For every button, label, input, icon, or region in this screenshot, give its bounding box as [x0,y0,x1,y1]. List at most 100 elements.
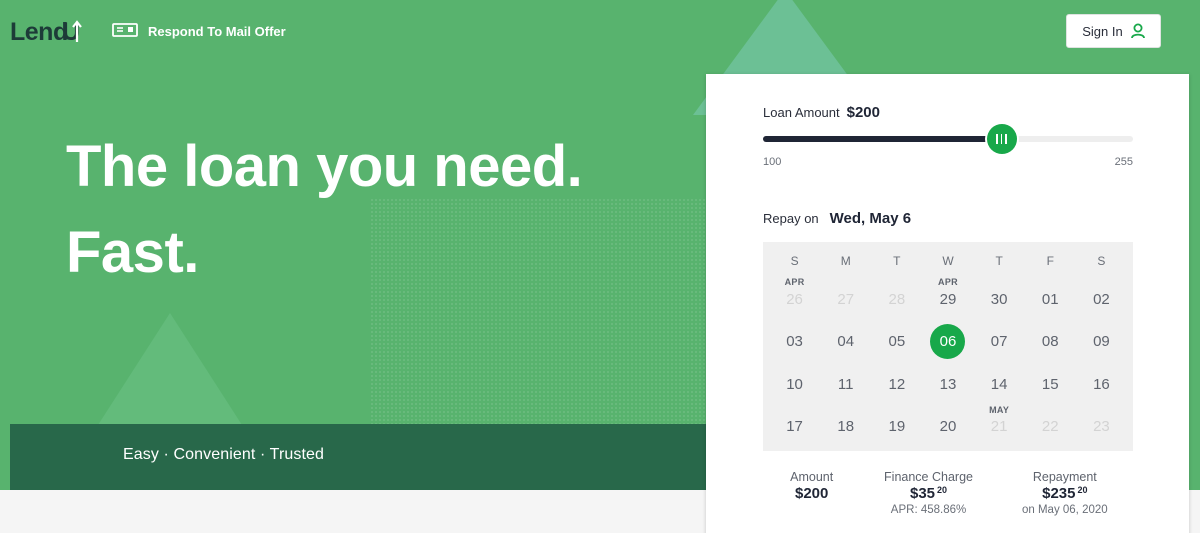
calendar-day-number: 20 [939,418,957,435]
calendar-day-number: 17 [786,418,803,435]
calendar-day-number: 22 [1041,418,1059,435]
calendar-day[interactable]: 10 [769,363,820,405]
weekday-label: W [942,254,954,268]
calendar-week-row: 10 11 12 13 14 15 16 [769,363,1127,405]
calendar-day[interactable]: 08 [1025,321,1076,363]
loan-amount-value: $200 [846,104,880,121]
calendar-day[interactable]: 11 [820,363,871,405]
calendar-day[interactable]: 12 [871,363,922,405]
calendar-day-number: 06 [930,324,966,359]
calendar-day-number: 11 [837,375,854,393]
calendar-day[interactable]: 02 [1076,278,1127,320]
weekday-label: S [1097,254,1106,268]
calendar-day[interactable]: 04 [820,321,871,363]
calendar-day-number: 27 [837,290,855,308]
calendar-day-number: 23 [1093,418,1110,435]
logo-icon: Lend U [10,18,82,46]
calendar-day-number: 07 [990,333,1008,350]
calendar-day[interactable]: 01 [1025,278,1076,320]
slider-fill [763,136,1002,142]
calendar-day[interactable]: 07 [974,321,1025,363]
calendar-day[interactable]: 13 [922,363,973,405]
repay-row: Repay on Wed, May 6 [763,210,911,227]
repayment-value: $235 20 [997,485,1133,502]
calendar-day[interactable]: 09 [1076,321,1127,363]
calendar-day-number: 14 [990,375,1008,393]
calendar-day[interactable]: 18 [820,406,871,448]
slider-handle[interactable] [986,124,1017,154]
calendar-day-number: 30 [990,290,1008,308]
calendar-day-number: 15 [1041,375,1059,393]
summary-amount-value: $200 [794,485,829,502]
calendar-day[interactable]: 17 [769,406,820,448]
calendar-day-number: 12 [888,375,906,393]
calendar-day[interactable]: 16 [1076,363,1127,405]
finance-charge-label: Finance Charge [884,470,973,484]
calendar-day-number: 08 [1041,333,1059,350]
calendar-day: 27 [820,278,871,320]
calendar-day-number: 13 [939,375,957,393]
loan-amount-slider[interactable] [763,124,1133,154]
mail-offer-label: Respond To Mail Offer [148,23,286,39]
calendar-day[interactable]: 15 [1025,363,1076,405]
calendar-day[interactable]: 14 [974,363,1025,405]
calendar-month-label: APR [938,277,958,287]
calendar-day: APR 26 [769,277,820,320]
repayment-cents: 20 [1077,485,1088,495]
tagline-band: Easy · Convenient · Trusted [10,424,710,490]
calendar-week-row: 17 18 19 20 MAY 21 22 23 [769,404,1127,448]
respond-mail-offer-link[interactable]: Respond To Mail Offer [112,22,286,40]
repay-calendar: S M T W T F S APR 26 27 28 APR 29 30 01 02 03 04 05 06 07 08… [763,242,1133,451]
weekday-label: T [893,254,901,268]
finance-charge-cents: 20 [937,485,948,495]
repayment-dollars: $235 [1042,485,1076,502]
calendar-day-selected[interactable]: 06 [922,321,973,363]
repay-label: Repay on [763,211,819,226]
weekday-label: M [840,254,851,268]
decorative-triangle [98,313,242,425]
calendar-day-number: 21 [990,418,1008,435]
calendar-day: 28 [871,278,922,320]
headline-line-1: The loan you need. [66,134,583,199]
calendar-day[interactable]: 03 [769,321,820,363]
repayment-label: Repayment [1032,470,1097,484]
repay-date-value: Wed, May 6 [829,210,912,227]
hero-headline: The loan you need. Fast. [66,124,583,296]
calendar-week-row: APR 26 27 28 APR 29 30 01 02 [769,277,1127,320]
finance-charge-dollars: $35 [909,485,936,502]
calendar-day-number: 02 [1093,290,1110,308]
calendar-day: MAY 21 [974,404,1025,448]
calendar-day-number: 29 [939,290,957,308]
finance-charge-value: $35 20 [860,485,996,502]
sign-in-button[interactable]: Sign In [1066,14,1161,48]
calendar-day: 22 [1025,406,1076,448]
calendar-day[interactable]: APR 29 [922,277,973,320]
weekday-label: F [1046,254,1054,268]
calendar-day-number: 16 [1093,375,1110,393]
calendar-day-number: 26 [786,290,803,308]
loan-amount-row: Loan Amount $200 [763,104,880,121]
loan-summary: Amount $200 Finance Charge $35 20 APR: 45… [763,470,1133,516]
calendar-day[interactable]: 30 [974,278,1025,320]
calendar-day-number: 28 [888,290,906,308]
calendar-day[interactable]: 19 [871,406,922,448]
calendar-day[interactable]: 05 [871,321,922,363]
user-icon [1130,23,1145,39]
calendar-day-number: 19 [888,418,906,435]
summary-repayment: Repayment $235 20 on May 06, 2020 [997,470,1133,516]
calendar-day-number: 03 [786,333,803,350]
calendar-day-number: 05 [888,333,906,350]
calendar-day[interactable]: 20 [922,406,973,448]
headline-line-2: Fast. [66,220,199,285]
calendar-month-label: MAY [989,404,1010,415]
calendar-day-number: 09 [1093,333,1110,350]
summary-amount: Amount $200 [763,470,860,516]
calendar-day-number: 01 [1041,290,1059,308]
hero-edge [1188,0,1200,490]
weekday-label: S [790,254,799,268]
lendup-logo[interactable]: Lend U [10,14,84,55]
calendar-day: 23 [1076,406,1127,448]
summary-finance-charge: Finance Charge $35 20 APR: 458.86% [860,470,996,516]
calendar-month-label: APR [784,277,805,287]
weekday-label: T [995,254,1003,268]
